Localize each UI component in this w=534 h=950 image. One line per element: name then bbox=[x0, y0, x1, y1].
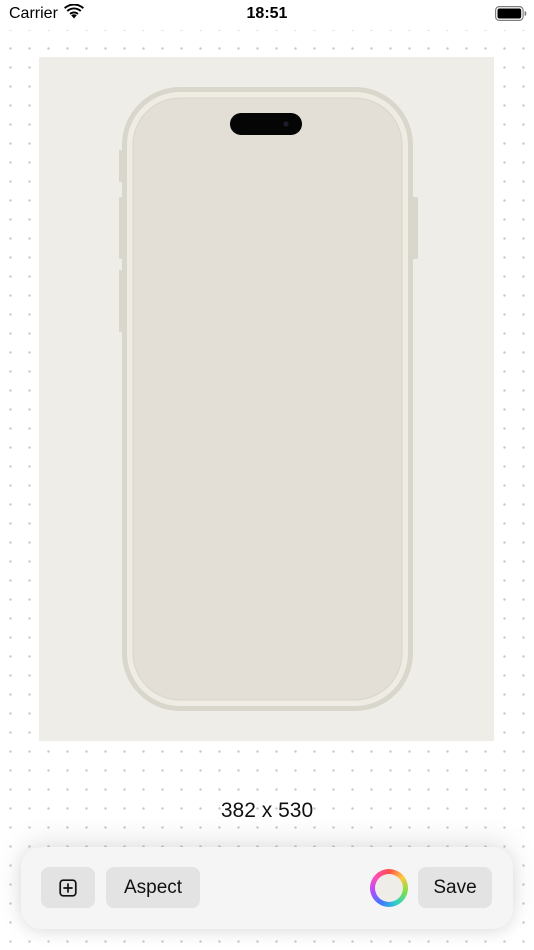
battery-icon bbox=[495, 6, 527, 21]
aspect-button[interactable]: Aspect bbox=[106, 867, 200, 908]
mockup-canvas[interactable] bbox=[39, 57, 494, 741]
status-time: 18:51 bbox=[246, 5, 288, 22]
color-wheel-icon[interactable] bbox=[370, 869, 408, 907]
bottom-toolbar: Aspect Save bbox=[21, 847, 513, 929]
save-button[interactable]: Save bbox=[418, 867, 492, 908]
plus-square-icon bbox=[59, 878, 77, 897]
selected-color-swatch bbox=[375, 874, 403, 902]
add-button[interactable] bbox=[41, 867, 95, 908]
status-bar: Carrier 18:51 bbox=[0, 0, 534, 30]
phone-mockup bbox=[119, 87, 418, 711]
canvas-size-label: 382 x 530 bbox=[220, 799, 314, 822]
